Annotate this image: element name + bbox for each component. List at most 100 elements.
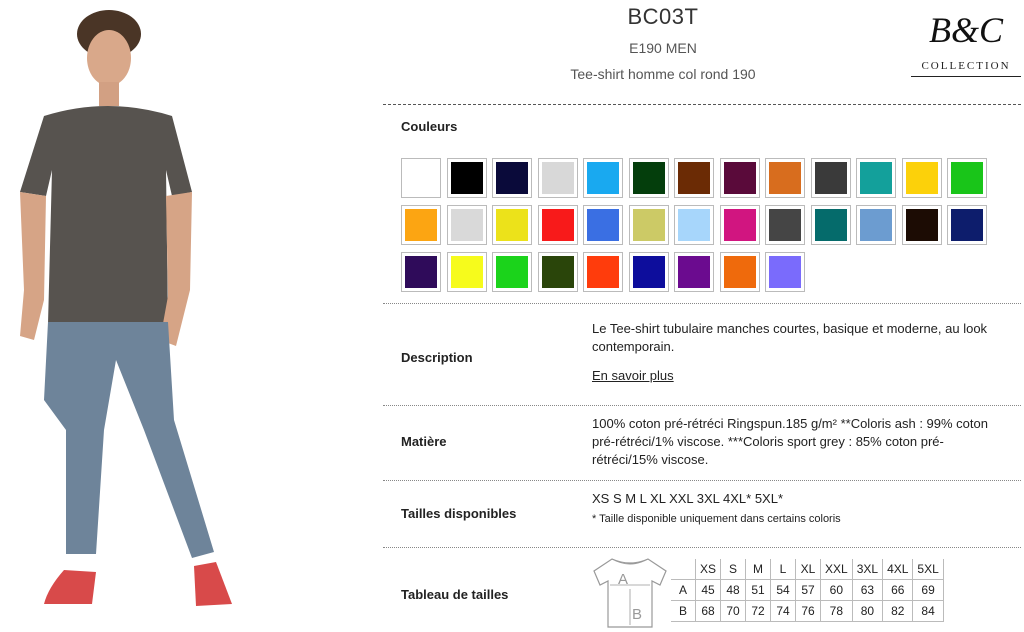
colour-swatch[interactable] (492, 205, 532, 245)
colour-swatch[interactable] (901, 205, 942, 245)
colour-swatch[interactable] (401, 252, 441, 292)
colour-swatch-fill (951, 162, 983, 194)
colour-swatch-fill (632, 256, 665, 288)
colour-swatch-fill (678, 256, 710, 288)
colour-swatch[interactable] (810, 205, 851, 245)
colour-swatch-fill (405, 209, 437, 241)
colour-swatch[interactable] (628, 158, 669, 198)
size-cell: 84 (912, 600, 944, 622)
colour-swatch-fill (632, 209, 665, 241)
material-text: 100% coton pré-rétréci Ringspun.185 g/m²… (592, 416, 988, 467)
colour-swatch[interactable] (583, 158, 623, 198)
colour-swatch[interactable] (537, 252, 578, 292)
colour-swatch-fill (450, 209, 483, 241)
colour-swatch[interactable] (583, 205, 623, 245)
size-row-label: B (671, 600, 696, 622)
size-cell: 51 (745, 579, 772, 601)
size-table-corner (671, 559, 696, 580)
colour-swatch[interactable] (537, 158, 578, 198)
colour-swatch-fill (405, 162, 437, 194)
colour-swatch[interactable] (765, 205, 805, 245)
colour-swatch-fill (723, 209, 756, 241)
colour-swatch-fill (405, 256, 437, 288)
colour-swatch[interactable] (492, 252, 532, 292)
colour-swatch-fill (587, 209, 619, 241)
colour-swatch[interactable] (628, 205, 669, 245)
size-cell: 69 (912, 579, 944, 601)
size-header: XL (795, 559, 822, 580)
colour-swatch-fill (905, 162, 938, 194)
size-cell: 66 (882, 579, 914, 601)
size-cell: 74 (770, 600, 797, 622)
colour-swatch[interactable] (583, 252, 623, 292)
colour-swatch[interactable] (719, 205, 760, 245)
description-label: Description (401, 350, 473, 365)
colour-swatch-fill (951, 209, 983, 241)
colour-swatch[interactable] (446, 205, 487, 245)
colour-swatch[interactable] (719, 252, 760, 292)
colour-swatch[interactable] (947, 158, 987, 198)
size-cell: 45 (694, 579, 722, 601)
size-cell: 57 (795, 579, 822, 601)
colour-swatch-fill (450, 256, 483, 288)
colour-swatch[interactable] (492, 158, 532, 198)
colour-swatch-fill (496, 162, 528, 194)
colour-swatch-fill (496, 256, 528, 288)
size-cell: 68 (694, 600, 722, 622)
colour-swatch[interactable] (446, 252, 487, 292)
colour-swatch-fill (587, 162, 619, 194)
colour-swatch[interactable] (765, 252, 805, 292)
measure-b: B (632, 606, 642, 623)
colour-swatch-fill (814, 162, 847, 194)
colour-swatch[interactable] (674, 252, 714, 292)
colour-swatch[interactable] (719, 158, 760, 198)
colours-label: Couleurs (401, 119, 458, 134)
size-cell: 54 (770, 579, 797, 601)
sizes-available-list: XS S M L XL XXL 3XL 4XL* 5XL* (592, 491, 784, 506)
colour-swatch-fill (769, 162, 801, 194)
size-table-header-row: XS S M L XL XXL 3XL 4XL 5XL (671, 559, 944, 580)
row-divider (383, 303, 1021, 304)
colour-swatch[interactable] (537, 205, 578, 245)
brand-collection: COLLECTION (921, 60, 1011, 72)
sizes-available-label: Tailles disponibles (401, 506, 517, 521)
colour-swatch-fill (723, 162, 756, 194)
colour-swatch-fill (496, 209, 528, 241)
size-cell: 70 (720, 600, 747, 622)
colour-swatch-fill (678, 162, 710, 194)
brand-monogram: B&C (928, 10, 1003, 50)
learn-more-link[interactable]: En savoir plus (592, 368, 674, 383)
size-cell: 63 (851, 579, 884, 601)
colour-swatch[interactable] (810, 158, 851, 198)
measure-a: A (618, 571, 628, 588)
colour-swatch[interactable] (901, 158, 942, 198)
size-cell: 82 (882, 600, 914, 622)
row-divider (383, 547, 1021, 548)
colour-swatch[interactable] (674, 158, 714, 198)
size-cell: 48 (720, 579, 747, 601)
size-cell: 60 (820, 579, 853, 601)
size-header: 4XL (882, 559, 914, 580)
colour-swatch-fill (769, 256, 801, 288)
colour-swatch[interactable] (674, 205, 714, 245)
colour-swatch[interactable] (765, 158, 805, 198)
colour-swatch-fill (860, 209, 892, 241)
colour-swatch-fill (541, 256, 574, 288)
size-header: XS (694, 559, 722, 580)
size-cell: 72 (745, 600, 772, 622)
colour-swatch[interactable] (446, 158, 487, 198)
row-divider (383, 405, 1021, 406)
colour-swatch[interactable] (947, 205, 987, 245)
colour-swatch[interactable] (628, 252, 669, 292)
colour-swatch[interactable] (856, 205, 896, 245)
header-divider (383, 104, 1021, 105)
colour-swatch-fill (587, 256, 619, 288)
colour-swatch[interactable] (401, 205, 441, 245)
row-divider (383, 480, 1021, 481)
description-link-wrap: En savoir plus (592, 367, 674, 385)
size-header: 3XL (851, 559, 884, 580)
colour-swatch-fill (723, 256, 756, 288)
colour-swatch[interactable] (856, 158, 896, 198)
colour-swatch[interactable] (401, 158, 441, 198)
size-header: M (745, 559, 772, 580)
